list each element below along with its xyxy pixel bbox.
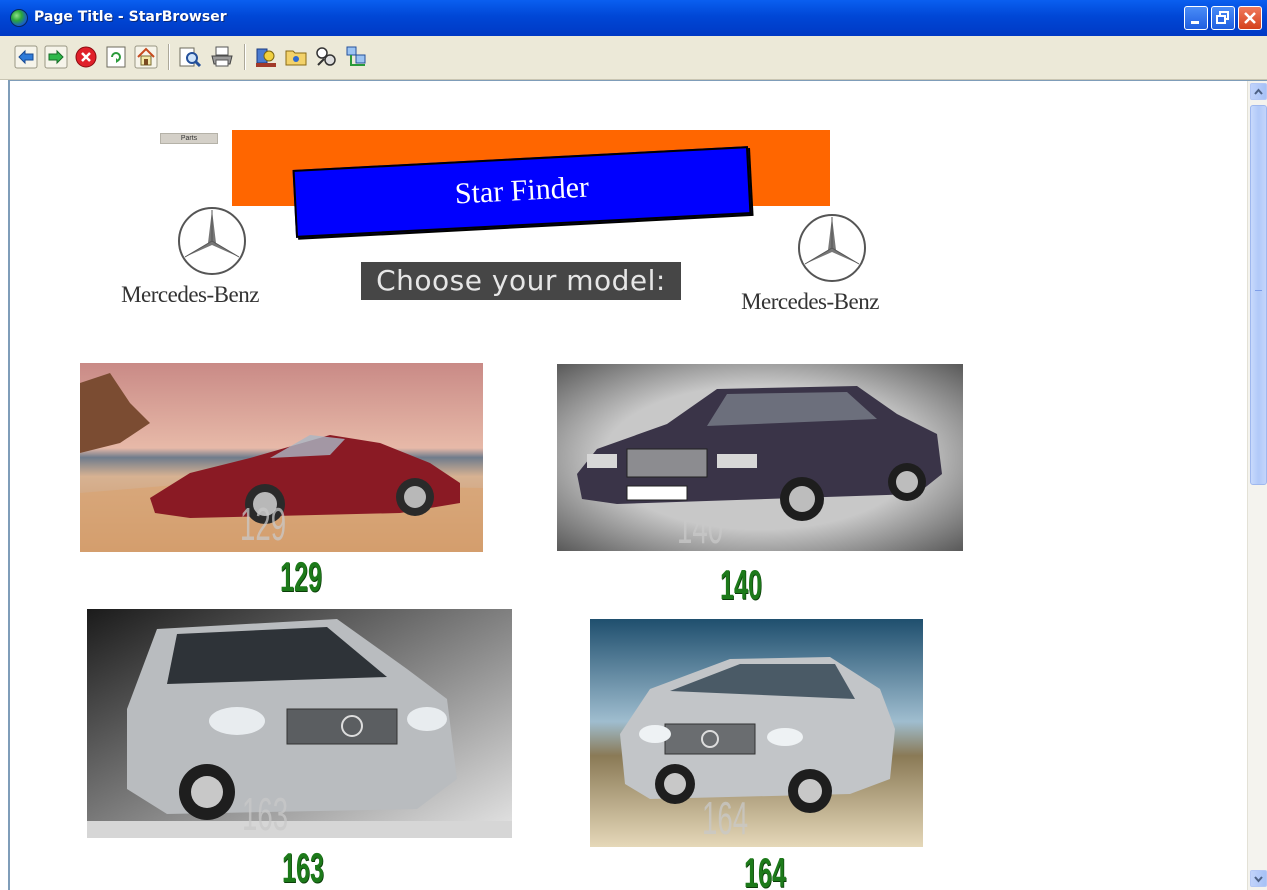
- toolbar-divider: [244, 44, 246, 70]
- brand-name-left: Mercedes-Benz: [121, 282, 259, 307]
- scroll-down-button[interactable]: [1250, 870, 1267, 887]
- print-button[interactable]: [210, 45, 234, 69]
- search-icon: [179, 47, 202, 68]
- home-icon: [134, 45, 158, 69]
- refresh-icon: [106, 46, 126, 68]
- restore-icon: [1216, 11, 1229, 24]
- page-viewport: Parts Star Finder Mercedes-Benz Mercedes…: [8, 80, 1267, 890]
- model-129-overlay: 129: [240, 498, 287, 550]
- tools-button[interactable]: [254, 45, 278, 69]
- model-164-overlay: 164: [702, 792, 749, 844]
- network-icon: [346, 46, 366, 66]
- browser-globe-icon: [10, 9, 28, 27]
- mercedes-star-icon: [798, 214, 866, 282]
- vertical-scrollbar[interactable]: [1247, 81, 1267, 890]
- model-163-label[interactable]: 163: [282, 844, 324, 890]
- minimize-icon: [1191, 21, 1199, 24]
- model-164-image[interactable]: 164: [590, 619, 923, 847]
- forward-icon: [44, 45, 68, 69]
- chevron-up-icon: [1254, 88, 1263, 95]
- model-129-image[interactable]: 129: [80, 363, 483, 552]
- model-164-label[interactable]: 164: [744, 849, 786, 890]
- toolbar-divider: [168, 44, 170, 70]
- close-button[interactable]: [1238, 6, 1262, 30]
- title-bar[interactable]: Page Title - StarBrowser: [0, 0, 1267, 36]
- chevron-down-icon: [1254, 876, 1263, 883]
- mercedes-star-icon: [178, 207, 246, 275]
- settings-icon: [316, 47, 336, 66]
- scroll-up-button[interactable]: [1250, 83, 1267, 100]
- mercedes-logo-left: Mercedes-Benz: [110, 205, 270, 308]
- stop-button[interactable]: [74, 45, 98, 69]
- mercedes-logo-right: Mercedes-Benz: [730, 212, 890, 315]
- model-140-overlay: 140: [677, 501, 724, 551]
- home-button[interactable]: [134, 45, 158, 69]
- model-140-label[interactable]: 140: [720, 561, 762, 609]
- stop-icon: [75, 46, 97, 68]
- search-button[interactable]: [178, 45, 202, 69]
- forward-button[interactable]: [44, 45, 68, 69]
- refresh-button[interactable]: [104, 45, 128, 69]
- model-163-overlay: 163: [242, 788, 289, 838]
- parts-button[interactable]: Parts: [160, 133, 218, 144]
- model-163-image[interactable]: 163: [87, 609, 512, 838]
- brand-name-right: Mercedes-Benz: [741, 289, 879, 314]
- tools-icon: [256, 48, 276, 67]
- model-140-image[interactable]: 140: [557, 364, 963, 551]
- close-icon: [1244, 12, 1256, 24]
- print-icon: [211, 46, 233, 67]
- minimize-button[interactable]: [1184, 6, 1208, 30]
- window-title: Page Title - StarBrowser: [34, 9, 227, 25]
- folder-icon: [285, 50, 307, 66]
- back-icon: [14, 45, 38, 69]
- scroll-grip: [1255, 290, 1262, 291]
- toolbar: [0, 36, 1267, 80]
- restore-button[interactable]: [1211, 6, 1235, 30]
- scroll-thumb[interactable]: [1250, 105, 1267, 485]
- network-button[interactable]: [344, 45, 368, 69]
- back-button[interactable]: [14, 45, 38, 69]
- banner-title: Star Finder: [454, 170, 590, 211]
- choose-model-heading: Choose your model:: [361, 262, 681, 300]
- settings-button[interactable]: [314, 45, 338, 69]
- folder-button[interactable]: [284, 45, 308, 69]
- model-129-label[interactable]: 129: [280, 553, 322, 601]
